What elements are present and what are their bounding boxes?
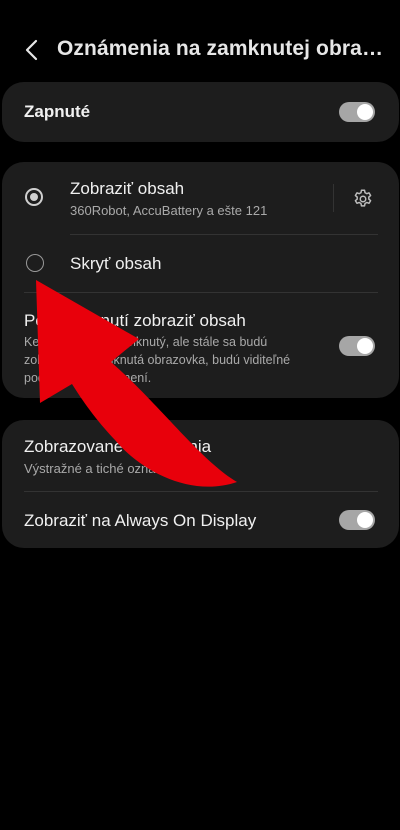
radio-show-content[interactable]	[25, 188, 43, 206]
shown-notifications-label: Zobrazované oznámenia	[24, 437, 212, 456]
app-settings-button[interactable]	[348, 184, 378, 214]
toggle-knob	[357, 512, 373, 528]
option-hide-content-label: Skryť obsah	[70, 254, 162, 273]
gear-icon	[354, 189, 372, 207]
toggle-knob	[357, 104, 373, 120]
show-when-unlocked-toggle[interactable]	[339, 336, 375, 356]
option-show-content[interactable]: Zobraziť obsah 360Robot, AccuBattery a e…	[2, 162, 332, 234]
option-hide-content[interactable]: Skryť obsah	[2, 235, 399, 291]
page-title: Oznámenia na zamknutej obrazovke	[57, 37, 392, 60]
radio-hide-content[interactable]	[26, 254, 44, 272]
master-switch-toggle[interactable]	[339, 102, 375, 122]
show-when-unlocked-row[interactable]: Po odomknutí zobraziť obsah Keď je telef…	[2, 293, 399, 398]
chevron-left-icon	[25, 39, 38, 61]
aod-row[interactable]: Zobraziť na Always On Display	[2, 492, 399, 548]
master-switch-label: Zapnuté	[24, 102, 91, 121]
back-button[interactable]	[18, 36, 46, 64]
master-switch-card[interactable]: Zapnuté	[2, 82, 399, 142]
option-show-content-label: Zobraziť obsah	[70, 179, 185, 198]
shown-notifications-sub: Výstražné a tiché oznámenia	[24, 461, 191, 476]
aod-label: Zobraziť na Always On Display	[24, 511, 257, 530]
toggle-knob	[357, 338, 373, 354]
aod-toggle[interactable]	[339, 510, 375, 530]
option-show-content-sub: 360Robot, AccuBattery a ešte 121	[70, 203, 268, 218]
display-settings-card: Zobrazované oznámenia Výstražné a tiché …	[2, 420, 399, 548]
show-when-unlocked-label: Po odomknutí zobraziť obsah	[24, 311, 246, 330]
vertical-divider	[333, 184, 334, 212]
content-options-card: Zobraziť obsah 360Robot, AccuBattery a e…	[2, 162, 399, 398]
show-when-unlocked-desc: Keď je telefón odomknutý, ale stále sa b…	[24, 335, 291, 385]
shown-notifications-row[interactable]: Zobrazované oznámenia Výstražné a tiché …	[2, 420, 399, 490]
